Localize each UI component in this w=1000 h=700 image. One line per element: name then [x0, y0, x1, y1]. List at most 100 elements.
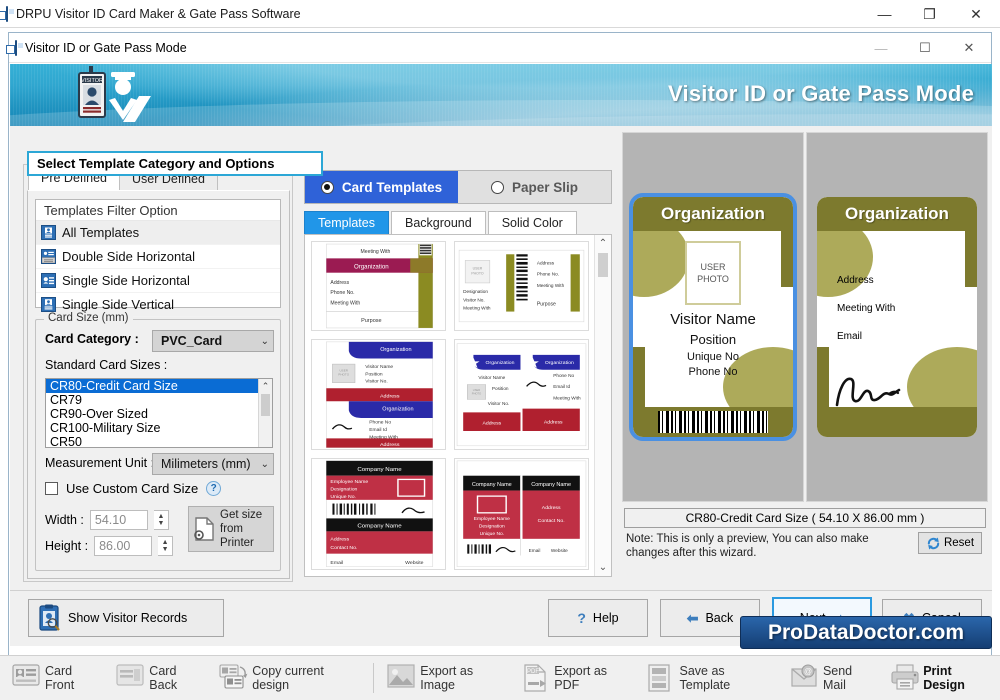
radio-card-templates[interactable]: Card Templates [305, 171, 458, 203]
save-template-icon [647, 664, 674, 692]
height-input[interactable]: 86.00 [94, 536, 153, 556]
tab-solid-color[interactable]: Solid Color [487, 211, 577, 234]
toolbar-print-design[interactable]: Print Design [884, 662, 1000, 694]
get-size-from-printer-button[interactable]: Get size from Printer [188, 506, 274, 552]
card-size-group: Card Size (mm) Card Category : PVC_Card … [35, 312, 281, 571]
preview-front-area[interactable]: Organization USER PHOTO Visitor Name Pos… [622, 132, 804, 502]
badge-double-horizontal-icon [41, 249, 56, 264]
toolbar-export-as-pdf[interactable]: PDF Export as PDF [516, 662, 639, 694]
toolbar-export-as-image[interactable]: Export as Image [381, 662, 514, 694]
listbox-scrollbar[interactable]: ⌃ [258, 379, 272, 447]
template-thumbnail[interactable]: Organization Visitor Name USER PHOTO Pos… [454, 338, 589, 451]
card-front-fields: Visitor Name Position Unique No Phone No [633, 311, 793, 381]
card-back-preview[interactable]: Organization Address Meeting With Email [817, 197, 977, 437]
field-unique-no: Unique No [687, 351, 739, 363]
chevron-down-icon: ⌄ [260, 458, 269, 470]
measurement-unit-dropdown[interactable]: Milimeters (mm) ⌄ [152, 453, 274, 475]
templates-grid: Meeting With Organization Address Phone … [305, 235, 595, 576]
size-option-cr100[interactable]: CR100-Military Size [46, 421, 272, 435]
card-front-preview[interactable]: Organization USER PHOTO Visitor Name Pos… [629, 193, 797, 441]
template-thumbnail[interactable]: Organization USER PHOTO Visitor Name Pos… [311, 338, 446, 451]
templates-gallery[interactable]: Meeting With Organization Address Phone … [304, 234, 612, 577]
use-custom-card-size-checkbox[interactable] [45, 482, 58, 495]
filter-item-single-side-horizontal[interactable]: Single Side Horizontal [36, 269, 280, 293]
filter-item-all-templates[interactable]: All Templates [36, 221, 280, 245]
size-option-cr90[interactable]: CR90-Over Sized [46, 407, 272, 421]
svg-text:Visitor Name: Visitor Name [365, 364, 393, 369]
radio-paper-slip-label: Paper Slip [511, 179, 579, 195]
left-tab-page: Templates Filter Option All Templates Do… [27, 190, 290, 579]
templates-scrollbar[interactable]: ⌃ ⌄ [594, 235, 611, 576]
svg-text:USER: USER [473, 389, 481, 392]
card-back-organization: Organization [817, 197, 977, 231]
inner-close-button[interactable]: ✕ [947, 33, 991, 63]
size-option-cr79[interactable]: CR79 [46, 393, 272, 407]
card-front-icon [12, 664, 40, 692]
printer-page-icon [193, 516, 217, 542]
get-size-line-1: Get size [220, 509, 263, 521]
scrollbar-thumb[interactable] [261, 394, 270, 416]
height-stepper[interactable]: ▲ ▼ [158, 536, 174, 556]
svg-text:Purpose: Purpose [537, 301, 556, 307]
help-button[interactable]: ? Help [548, 599, 648, 637]
standard-sizes-label: Standard Card Sizes : [45, 358, 168, 372]
svg-text:Position: Position [365, 371, 383, 376]
template-thumbnail[interactable]: Meeting With Organization Address Phone … [311, 241, 446, 331]
inner-maximize-button[interactable]: ☐ [903, 33, 947, 63]
width-input[interactable]: 54.10 [89, 510, 148, 530]
filter-item-double-side-horizontal[interactable]: Double Side Horizontal [36, 245, 280, 269]
svg-text:Purpose: Purpose [361, 318, 382, 324]
tab-background[interactable]: Background [390, 211, 486, 234]
toolbar-divider [373, 663, 375, 693]
width-stepper[interactable]: ▲ ▼ [153, 510, 169, 530]
svg-text:PHOTO: PHOTO [471, 272, 484, 276]
svg-text:Company Name: Company Name [357, 468, 401, 474]
minimize-button[interactable]: — [862, 0, 907, 28]
reset-button[interactable]: Reset [918, 532, 982, 554]
toolbar-card-back[interactable]: Card Back [110, 662, 211, 694]
svg-text:Company Name: Company Name [472, 483, 512, 489]
export-pdf-icon: PDF [522, 664, 549, 692]
svg-text:Phone No.: Phone No. [330, 290, 354, 296]
standard-card-sizes-listbox[interactable]: CR80-Credit Card Size CR79 CR90-Over Siz… [45, 378, 273, 448]
inner-minimize-button[interactable]: — [859, 33, 903, 63]
section-header: Select Template Category and Options [27, 151, 323, 176]
size-option-cr50[interactable]: CR50 [46, 435, 272, 447]
svg-text:Organization: Organization [380, 347, 411, 353]
app-icon [6, 5, 8, 22]
close-button[interactable]: ✕ [952, 0, 1000, 28]
custom-card-size-row[interactable]: Use Custom Card Size ? [45, 481, 222, 496]
toolbar-card-back-label: Card Back [149, 664, 178, 692]
svg-text:Visitor No.: Visitor No. [365, 379, 387, 384]
template-thumbnail[interactable]: Company Name Employee Name Designation U… [454, 458, 589, 570]
radio-paper-slip[interactable]: Paper Slip [458, 171, 611, 203]
svg-text:Contact No.: Contact No. [330, 546, 357, 552]
outer-window-title: DRPU Visitor ID Card Maker & Gate Pass S… [16, 6, 301, 21]
svg-text:Employee Name: Employee Name [330, 480, 368, 486]
card-preview-panel: Organization USER PHOTO Visitor Name Pos… [622, 132, 988, 582]
tab-templates[interactable]: Templates [304, 211, 389, 234]
toolbar-card-front[interactable]: Card Front [6, 662, 108, 694]
svg-text:Position: Position [492, 386, 509, 391]
field-phone-no: Phone No [688, 366, 738, 378]
restore-button[interactable]: ❐ [907, 0, 952, 28]
card-category-dropdown[interactable]: PVC_Card ⌄ [152, 330, 274, 352]
svg-text:Designation: Designation [479, 524, 505, 529]
help-circle-icon[interactable]: ? [206, 481, 222, 496]
scrollbar-thumb[interactable] [598, 253, 608, 277]
template-thumbnail[interactable]: Company Name Employee Name Designation U… [311, 458, 446, 570]
size-option-cr80[interactable]: CR80-Credit Card Size [46, 379, 272, 393]
toolbar-copy-current-design[interactable]: Copy current design [213, 662, 366, 694]
toolbar-save-as-template[interactable]: Save as Template [641, 662, 782, 694]
scroll-up-icon[interactable]: ⌃ [259, 379, 272, 393]
user-photo-placeholder: USER PHOTO [685, 241, 741, 305]
field-meeting-with: Meeting With [837, 303, 896, 314]
toolbar-send-mail[interactable]: @ Send Mail [784, 662, 882, 694]
template-thumbnail[interactable]: USER PHOTO Designation Visitor No. Meeti… [454, 241, 589, 331]
show-visitor-records-button[interactable]: Show Visitor Records [28, 599, 224, 637]
scroll-up-icon[interactable]: ⌃ [595, 235, 611, 252]
preview-back-area[interactable]: Organization Address Meeting With Email [806, 132, 988, 502]
reset-label: Reset [943, 537, 975, 549]
question-mark-icon: ? [577, 610, 586, 626]
scroll-down-icon[interactable]: ⌄ [595, 559, 611, 576]
